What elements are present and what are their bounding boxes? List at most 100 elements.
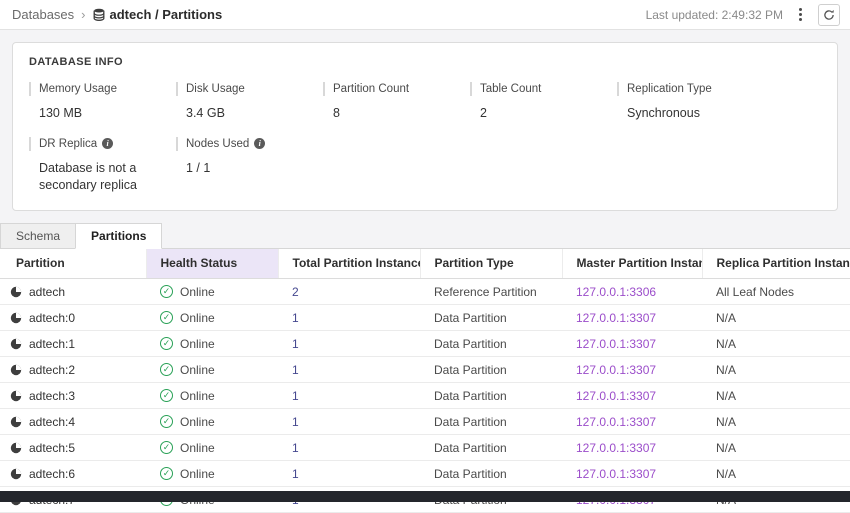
breadcrumb-databases-link[interactable]: Databases (12, 7, 74, 22)
partition-name: adtech:4 (29, 415, 75, 429)
stat-label: Nodes Used (186, 138, 249, 150)
column-header-master-instance[interactable]: Master Partition Instance ... (562, 249, 702, 279)
column-header-partition[interactable]: Partition (0, 249, 146, 279)
table-row: adtech:5 ✓ Online 1 Data Partition 127.0… (0, 435, 850, 461)
partition-pie-icon (10, 312, 22, 324)
info-icon[interactable]: i (254, 138, 265, 149)
stat-label: Memory Usage (39, 83, 117, 95)
breadcrumb: Databases › adtech / Partitions (12, 7, 222, 22)
stat-value: 130 MB (29, 105, 167, 123)
health-status-text: Online (180, 285, 215, 299)
stat-label: Replication Type (627, 83, 712, 95)
stat-label: Partition Count (333, 83, 409, 95)
breadcrumb-separator: › (81, 7, 85, 22)
replica-instance-text: N/A (716, 467, 736, 481)
replica-instance-text: N/A (716, 337, 736, 351)
stats-row-1: Memory Usage 130 MB Disk Usage 3.4 GB Pa… (29, 82, 821, 123)
stat-replication-type: Replication Type Synchronous (617, 82, 764, 123)
partition-type-text: Data Partition (434, 389, 507, 403)
stat-value: Synchronous (617, 105, 755, 123)
table-row: adtech:6 ✓ Online 1 Data Partition 127.0… (0, 461, 850, 487)
total-instances-value: 1 (292, 389, 299, 403)
topbar: Databases › adtech / Partitions Last upd… (0, 0, 850, 30)
info-icon[interactable]: i (102, 138, 113, 149)
kebab-menu-icon[interactable] (795, 6, 806, 23)
online-check-icon: ✓ (160, 285, 173, 298)
stat-value: 2 (470, 105, 608, 123)
total-instances-value: 1 (292, 441, 299, 455)
partition-pie-icon (10, 468, 22, 480)
table-row: adtech:3 ✓ Online 1 Data Partition 127.0… (0, 383, 850, 409)
health-status-text: Online (180, 389, 215, 403)
master-instance-link[interactable]: 127.0.0.1:3307 (576, 415, 656, 429)
replica-instance-text: N/A (716, 311, 736, 325)
health-status-text: Online (180, 363, 215, 377)
partition-name: adtech:3 (29, 389, 75, 403)
partition-pie-icon (10, 364, 22, 376)
topbar-actions: Last updated: 2:49:32 PM (646, 4, 840, 26)
online-check-icon: ✓ (160, 389, 173, 402)
column-header-partition-type[interactable]: Partition Type (420, 249, 562, 279)
stat-memory-usage: Memory Usage 130 MB (29, 82, 176, 123)
master-instance-link[interactable]: 127.0.0.1:3307 (576, 311, 656, 325)
total-instances-value: 1 (292, 467, 299, 481)
replica-instance-text: N/A (716, 363, 736, 377)
stat-value: 8 (323, 105, 461, 123)
master-instance-link[interactable]: 127.0.0.1:3307 (576, 389, 656, 403)
master-instance-link[interactable]: 127.0.0.1:3307 (576, 467, 656, 481)
partition-name: adtech (29, 285, 65, 299)
card-title: DATABASE INFO (29, 56, 821, 68)
total-instances-value: 2 (292, 285, 299, 299)
database-info-card: DATABASE INFO Memory Usage 130 MB Disk U… (12, 42, 838, 211)
master-instance-link[interactable]: 127.0.0.1:3307 (576, 363, 656, 377)
refresh-icon (823, 9, 835, 21)
health-status-text: Online (180, 415, 215, 429)
total-instances-value: 1 (292, 311, 299, 325)
partition-pie-icon (10, 286, 22, 298)
page-title: adtech / Partitions (110, 7, 223, 22)
partition-type-text: Data Partition (434, 441, 507, 455)
stat-dr-replica: DR Replica i Database is not a secondary… (29, 137, 176, 195)
online-check-icon: ✓ (160, 363, 173, 376)
partition-pie-icon (10, 416, 22, 428)
stat-table-count: Table Count 2 (470, 82, 617, 123)
total-instances-value: 1 (292, 363, 299, 377)
partition-pie-icon (10, 390, 22, 402)
online-check-icon: ✓ (160, 441, 173, 454)
table-row: adtech:4 ✓ Online 1 Data Partition 127.0… (0, 409, 850, 435)
tab-partitions[interactable]: Partitions (75, 223, 162, 249)
stat-label: Table Count (480, 83, 541, 95)
table-row: adtech:2 ✓ Online 1 Data Partition 127.0… (0, 357, 850, 383)
replica-instance-text: All Leaf Nodes (716, 285, 794, 299)
tab-schema[interactable]: Schema (0, 223, 76, 249)
table-row: adtech:1 ✓ Online 1 Data Partition 127.0… (0, 331, 850, 357)
stat-label: Disk Usage (186, 83, 245, 95)
master-instance-link[interactable]: 127.0.0.1:3307 (576, 441, 656, 455)
total-instances-value: 1 (292, 415, 299, 429)
stat-value: 3.4 GB (176, 105, 314, 123)
partition-name: adtech:5 (29, 441, 75, 455)
column-header-total-instances[interactable]: Total Partition Instances (278, 249, 420, 279)
column-header-replica-instance[interactable]: Replica Partition Instance ... (702, 249, 850, 279)
online-check-icon: ✓ (160, 467, 173, 480)
partition-name: adtech:2 (29, 363, 75, 377)
master-instance-link[interactable]: 127.0.0.1:3307 (576, 337, 656, 351)
stat-partition-count: Partition Count 8 (323, 82, 470, 123)
stats-row-2: DR Replica i Database is not a secondary… (29, 137, 821, 195)
partition-type-text: Reference Partition (434, 285, 537, 299)
online-check-icon: ✓ (160, 337, 173, 350)
health-status-text: Online (180, 337, 215, 351)
refresh-button[interactable] (818, 4, 840, 26)
partition-pie-icon (10, 338, 22, 350)
partition-type-text: Data Partition (434, 467, 507, 481)
health-status-text: Online (180, 467, 215, 481)
stat-value: Database is not a secondary replica (29, 160, 167, 195)
replica-instance-text: N/A (716, 415, 736, 429)
master-instance-link[interactable]: 127.0.0.1:3306 (576, 285, 656, 299)
online-check-icon: ✓ (160, 415, 173, 428)
stat-nodes-used: Nodes Used i 1 / 1 (176, 137, 323, 195)
database-icon (93, 8, 105, 21)
replica-instance-text: N/A (716, 441, 736, 455)
column-header-health-status[interactable]: Health Status (146, 249, 278, 279)
partition-name: adtech:6 (29, 467, 75, 481)
